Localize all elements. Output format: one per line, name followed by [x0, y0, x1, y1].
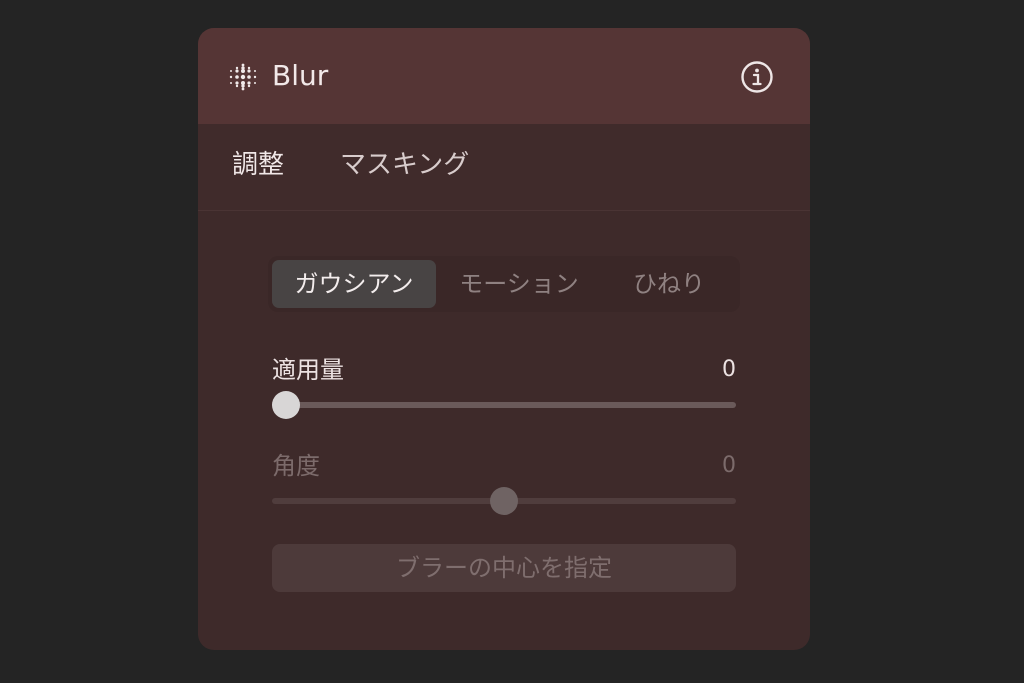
gaussian-option[interactable]: ガウシアン — [272, 260, 436, 308]
blur-dots-icon — [229, 63, 257, 91]
blur-type-selector: ガウシアン モーション ひねり — [268, 256, 740, 312]
angle-slider-thumb[interactable] — [490, 487, 518, 515]
panel-tabs: 調整 マスキング — [198, 124, 810, 211]
set-blur-center-button[interactable]: ブラーの中心を指定 — [272, 544, 736, 592]
amount-label: 適用量 — [272, 356, 344, 384]
angle-label: 角度 — [272, 452, 320, 480]
twist-option[interactable]: ひねり — [602, 260, 736, 308]
amount-value: 0 — [722, 357, 736, 382]
panel-title: Blur — [272, 59, 329, 92]
angle-value: 0 — [722, 453, 736, 478]
info-icon[interactable] — [740, 60, 774, 94]
amount-slider-thumb[interactable] — [272, 391, 300, 419]
blur-panel: Blur 調整 マスキング ガウシアン モーション ひねり 適用量 0 角度 0… — [198, 28, 810, 650]
tab-adjust[interactable]: 調整 — [232, 146, 284, 184]
tab-masking[interactable]: マスキング — [340, 146, 469, 184]
panel-header: Blur — [198, 28, 810, 124]
amount-slider-track[interactable] — [272, 402, 736, 408]
motion-option[interactable]: モーション — [444, 260, 594, 308]
